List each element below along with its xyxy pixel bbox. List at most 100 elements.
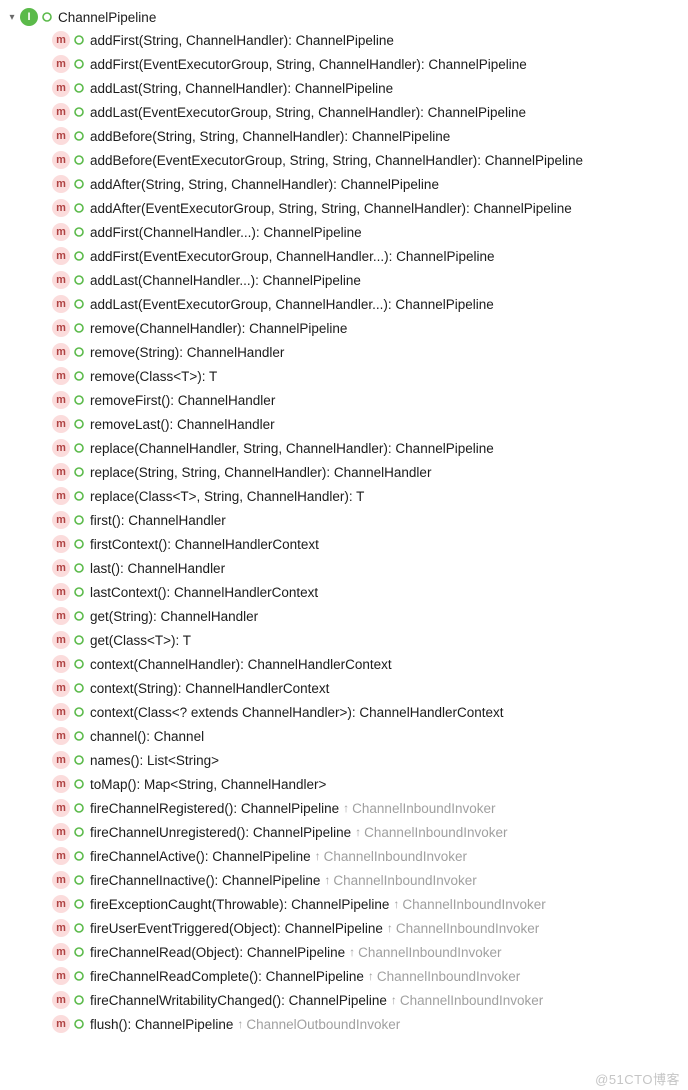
method-icon: m xyxy=(52,151,70,169)
inherited-from: ChannelInboundInvoker xyxy=(358,945,501,960)
tree-method-row[interactable]: mtoMap(): Map<String, ChannelHandler> xyxy=(6,772,688,796)
method-signature: remove(String): ChannelHandler xyxy=(90,345,284,360)
tree-root-row[interactable]: ▾ I ChannelPipeline xyxy=(6,6,688,28)
root-label: ChannelPipeline xyxy=(58,10,156,25)
tree-method-row[interactable]: mremoveLast(): ChannelHandler xyxy=(6,412,688,436)
tree-method-row[interactable]: mfireChannelWritabilityChanged(): Channe… xyxy=(6,988,688,1012)
expand-arrow-icon[interactable]: ▾ xyxy=(6,12,18,23)
tree-method-row[interactable]: mnames(): List<String> xyxy=(6,748,688,772)
method-icon: m xyxy=(52,127,70,145)
method-signature: context(Class<? extends ChannelHandler>)… xyxy=(90,705,504,720)
method-signature: channel(): Channel xyxy=(90,729,204,744)
method-signature: toMap(): Map<String, ChannelHandler> xyxy=(90,777,326,792)
tree-method-row[interactable]: m channel(): Channel xyxy=(6,724,688,748)
method-icon: m xyxy=(52,391,70,409)
method-signature: addBefore(String, String, ChannelHandler… xyxy=(90,129,450,144)
inherited-from: ChannelInboundInvoker xyxy=(352,801,495,816)
method-icon: m xyxy=(52,847,70,865)
tree-method-row[interactable]: maddFirst(ChannelHandler...): ChannelPip… xyxy=(6,220,688,244)
method-icon: m xyxy=(52,511,70,529)
method-icon: m xyxy=(52,727,70,745)
tree-method-row[interactable]: maddAfter(EventExecutorGroup, String, St… xyxy=(6,196,688,220)
inherited-from: ChannelInboundInvoker xyxy=(377,969,520,984)
method-icon: m xyxy=(52,415,70,433)
tree-method-row[interactable]: m context(ChannelHandler): ChannelHandler… xyxy=(6,652,688,676)
method-signature: removeFirst(): ChannelHandler xyxy=(90,393,275,408)
tree-method-row[interactable]: m addBefore(String, String, ChannelHandle… xyxy=(6,124,688,148)
public-abstract-icon xyxy=(74,35,84,45)
tree-method-row[interactable]: mremove(String): ChannelHandler xyxy=(6,340,688,364)
public-abstract-icon xyxy=(74,467,84,477)
tree-method-row[interactable]: m context(Class<? extends ChannelHandler>… xyxy=(6,700,688,724)
method-signature: fireUserEventTriggered(Object): ChannelP… xyxy=(90,921,383,936)
tree-method-row[interactable]: mfireChannelReadComplete(): ChannelPipel… xyxy=(6,964,688,988)
inherited-from: ChannelInboundInvoker xyxy=(396,921,539,936)
tree-method-row[interactable]: maddLast(EventExecutorGroup, ChannelHand… xyxy=(6,292,688,316)
public-abstract-icon xyxy=(74,371,84,381)
method-icon: m xyxy=(52,103,70,121)
method-icon: m xyxy=(52,751,70,769)
up-arrow-icon: ↑ xyxy=(355,825,361,839)
method-signature: fireExceptionCaught(Throwable): ChannelP… xyxy=(90,897,389,912)
public-abstract-icon xyxy=(74,731,84,741)
tree-method-row[interactable]: mfireChannelActive(): ChannelPipeline↑Ch… xyxy=(6,844,688,868)
tree-method-row[interactable]: maddFirst(EventExecutorGroup, ChannelHan… xyxy=(6,244,688,268)
method-signature: get(Class<T>): T xyxy=(90,633,191,648)
tree-method-row[interactable]: mfireChannelRead(Object): ChannelPipelin… xyxy=(6,940,688,964)
tree-method-row[interactable]: mremove(ChannelHandler): ChannelPipeline xyxy=(6,316,688,340)
method-signature: addBefore(EventExecutorGroup, String, St… xyxy=(90,153,583,168)
inherited-from: ChannelInboundInvoker xyxy=(400,993,543,1008)
tree-method-row[interactable]: mremove(Class<T>): T xyxy=(6,364,688,388)
method-signature: lastContext(): ChannelHandlerContext xyxy=(90,585,318,600)
tree-method-row[interactable]: mfireChannelRegistered(): ChannelPipelin… xyxy=(6,796,688,820)
method-icon: m xyxy=(52,871,70,889)
public-abstract-icon xyxy=(74,443,84,453)
tree-method-row[interactable]: mfireExceptionCaught(Throwable): Channel… xyxy=(6,892,688,916)
inherited-from: ChannelInboundInvoker xyxy=(402,897,545,912)
tree-method-row[interactable]: maddLast(EventExecutorGroup, String, Cha… xyxy=(6,100,688,124)
tree-method-row[interactable]: mreplace(ChannelHandler, String, Channel… xyxy=(6,436,688,460)
tree-method-row[interactable]: mfireChannelUnregistered(): ChannelPipel… xyxy=(6,820,688,844)
tree-method-row[interactable]: mget(String): ChannelHandler xyxy=(6,604,688,628)
tree-method-row[interactable]: maddLast(ChannelHandler...): ChannelPipe… xyxy=(6,268,688,292)
methods-list: maddFirst(String, ChannelHandler): Chann… xyxy=(6,28,688,1036)
tree-method-row[interactable]: mreplace(Class<T>, String, ChannelHandle… xyxy=(6,484,688,508)
public-abstract-icon xyxy=(74,491,84,501)
tree-method-row[interactable]: mfirstContext(): ChannelHandlerContext xyxy=(6,532,688,556)
method-signature: addLast(EventExecutorGroup, ChannelHandl… xyxy=(90,297,494,312)
tree-method-row[interactable]: mget(Class<T>): T xyxy=(6,628,688,652)
tree-method-row[interactable]: maddAfter(String, String, ChannelHandler… xyxy=(6,172,688,196)
tree-method-row[interactable]: mfirst(): ChannelHandler xyxy=(6,508,688,532)
tree-method-row[interactable]: m addBefore(EventExecutorGroup, String, S… xyxy=(6,148,688,172)
public-abstract-icon xyxy=(74,107,84,117)
tree-method-row[interactable]: maddFirst(String, ChannelHandler): Chann… xyxy=(6,28,688,52)
method-signature: fireChannelActive(): ChannelPipeline xyxy=(90,849,311,864)
inherited-from: ChannelOutboundInvoker xyxy=(246,1017,400,1032)
method-signature: fireChannelRead(Object): ChannelPipeline xyxy=(90,945,345,960)
tree-method-row[interactable]: m removeFirst(): ChannelHandler xyxy=(6,388,688,412)
method-signature: context(ChannelHandler): ChannelHandlerC… xyxy=(90,657,392,672)
tree-method-row[interactable]: maddLast(String, ChannelHandler): Channe… xyxy=(6,76,688,100)
inherited-from: ChannelInboundInvoker xyxy=(364,825,507,840)
method-icon: m xyxy=(52,919,70,937)
public-abstract-icon xyxy=(74,947,84,957)
public-abstract-icon xyxy=(74,203,84,213)
tree-method-row[interactable]: mflush(): ChannelPipeline↑ChannelOutboun… xyxy=(6,1012,688,1036)
tree-method-row[interactable]: m fireUserEventTriggered(Object): Channel… xyxy=(6,916,688,940)
tree-method-row[interactable]: mcontext(String): ChannelHandlerContext xyxy=(6,676,688,700)
tree-method-row[interactable]: mlastContext(): ChannelHandlerContext xyxy=(6,580,688,604)
public-abstract-icon xyxy=(74,587,84,597)
method-icon: m xyxy=(52,703,70,721)
up-arrow-icon: ↑ xyxy=(324,873,330,887)
public-abstract-icon xyxy=(74,155,84,165)
tree-method-row[interactable]: mlast(): ChannelHandler xyxy=(6,556,688,580)
public-abstract-icon xyxy=(74,635,84,645)
tree-method-row[interactable]: mreplace(String, String, ChannelHandler)… xyxy=(6,460,688,484)
method-icon: m xyxy=(52,679,70,697)
public-abstract-icon xyxy=(74,659,84,669)
inherited-from: ChannelInboundInvoker xyxy=(324,849,467,864)
method-icon: m xyxy=(52,655,70,673)
tree-method-row[interactable]: maddFirst(EventExecutorGroup, String, Ch… xyxy=(6,52,688,76)
method-signature: addLast(String, ChannelHandler): Channel… xyxy=(90,81,393,96)
tree-method-row[interactable]: mfireChannelInactive(): ChannelPipeline↑… xyxy=(6,868,688,892)
